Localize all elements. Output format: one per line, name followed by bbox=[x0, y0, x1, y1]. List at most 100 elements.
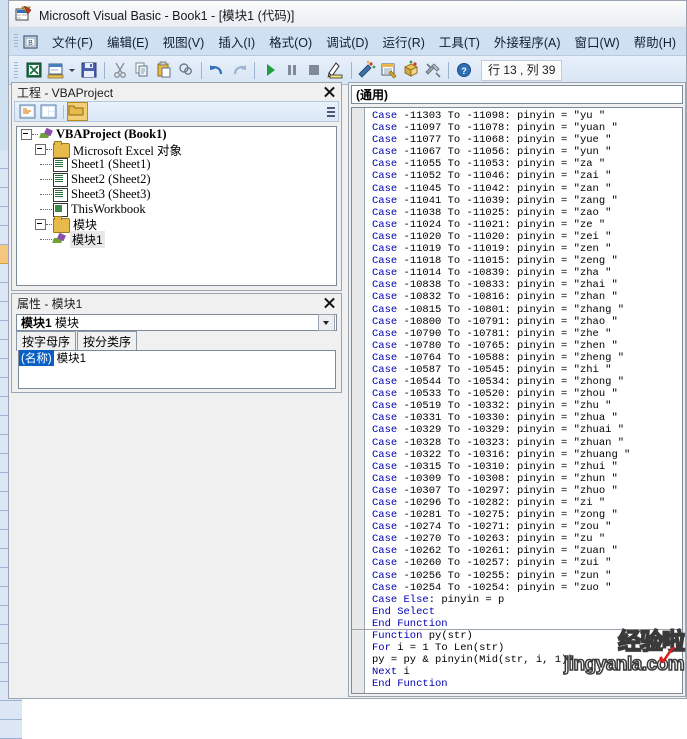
code-line[interactable]: Case -11067 To -11056: pinyin = "yun " bbox=[372, 146, 682, 158]
cut-icon[interactable] bbox=[110, 60, 130, 80]
view-object-icon[interactable] bbox=[39, 103, 58, 120]
run-icon[interactable] bbox=[260, 60, 280, 80]
code-line[interactable]: Case -10533 To -10520: pinyin = "zhou " bbox=[372, 388, 682, 400]
close-icon[interactable] bbox=[321, 295, 338, 311]
help-icon[interactable]: ? bbox=[454, 60, 474, 80]
expander-icon[interactable] bbox=[35, 219, 46, 230]
code-line[interactable]: Case -11097 To -11078: pinyin = "yuan " bbox=[372, 122, 682, 134]
save-icon[interactable] bbox=[79, 60, 99, 80]
code-line[interactable]: Case -11077 To -11068: pinyin = "yue " bbox=[372, 134, 682, 146]
project-explorer-icon[interactable] bbox=[357, 60, 377, 80]
properties-window-icon[interactable] bbox=[379, 60, 399, 80]
code-line[interactable]: Case -11055 To -11053: pinyin = "za " bbox=[372, 158, 682, 170]
reset-icon[interactable] bbox=[304, 60, 324, 80]
code-line[interactable]: Case -11045 To -11042: pinyin = "zan " bbox=[372, 183, 682, 195]
project-tree[interactable]: VBAProject (Book1) Microsoft Excel 对象 Sh… bbox=[16, 126, 337, 286]
tree-item-sheet3[interactable]: Sheet3 (Sheet3) bbox=[17, 187, 336, 202]
menu-item-format[interactable]: 格式(O) bbox=[262, 30, 319, 53]
code-line[interactable]: Case -10260 To -10257: pinyin = "zui " bbox=[372, 557, 682, 569]
code-line[interactable]: Case -10800 To -10791: pinyin = "zhao " bbox=[372, 316, 682, 328]
tree-item-thisworkbook[interactable]: ThisWorkbook bbox=[17, 202, 336, 217]
menu-item-window[interactable]: 窗口(W) bbox=[568, 30, 627, 53]
code-line[interactable]: Case -11303 To -11098: pinyin = "yu " bbox=[372, 110, 682, 122]
properties-object-combo[interactable]: 模块1 模块 bbox=[16, 314, 337, 331]
tree-item-module1[interactable]: 模块1 bbox=[17, 231, 336, 248]
menu-item-addins[interactable]: 外接程序(A) bbox=[487, 30, 568, 53]
toggle-folders-icon[interactable] bbox=[67, 102, 88, 121]
toolbox-icon[interactable] bbox=[423, 60, 443, 80]
properties-list[interactable]: (名称) 模块1 bbox=[18, 350, 336, 389]
toolbar-grip[interactable] bbox=[14, 61, 18, 79]
code-text[interactable]: Case -11303 To -11098: pinyin = "yu " Cas… bbox=[372, 110, 682, 693]
code-line[interactable]: For i = 1 To Len(str) bbox=[372, 642, 682, 654]
code-line[interactable]: Case -10815 To -10801: pinyin = "zhang " bbox=[372, 304, 682, 316]
code-line[interactable]: Case -10256 To -10255: pinyin = "zun " bbox=[372, 570, 682, 582]
menu-item-insert[interactable]: 插入(I) bbox=[211, 30, 262, 53]
code-line[interactable]: Case -10274 To -10271: pinyin = "zou " bbox=[372, 521, 682, 533]
menu-item-help[interactable]: 帮助(H) bbox=[627, 30, 683, 53]
code-line[interactable]: Case -11020 To -11020: pinyin = "zei " bbox=[372, 231, 682, 243]
tab-alphabetic[interactable]: 按字母序 bbox=[16, 331, 77, 351]
code-line[interactable]: Case -10519 To -10332: pinyin = "zhu " bbox=[372, 400, 682, 412]
tree-item-excel-objects[interactable]: Microsoft Excel 对象 bbox=[17, 141, 336, 158]
expander-icon[interactable] bbox=[35, 144, 46, 155]
code-line[interactable]: Case -10790 To -10781: pinyin = "zhe " bbox=[372, 328, 682, 340]
menu-grip[interactable] bbox=[14, 34, 18, 49]
excel-view-icon[interactable] bbox=[24, 60, 44, 80]
code-margin-indicator-bar[interactable] bbox=[352, 108, 365, 693]
code-line[interactable]: Case -10544 To -10534: pinyin = "zhong " bbox=[372, 376, 682, 388]
code-line[interactable]: Case -11018 To -11015: pinyin = "zeng " bbox=[372, 255, 682, 267]
menu-item-edit[interactable]: 编辑(E) bbox=[100, 30, 156, 53]
object-browser-icon[interactable] bbox=[401, 60, 421, 80]
view-code-icon[interactable] bbox=[18, 103, 37, 120]
object-combo[interactable]: (通用) bbox=[351, 85, 683, 104]
toolbar-overflow-icon[interactable] bbox=[327, 106, 335, 117]
menu-item-tools[interactable]: 工具(T) bbox=[432, 30, 487, 53]
menu-item-file[interactable]: 文件(F) bbox=[45, 30, 100, 53]
code-line[interactable]: End Function bbox=[372, 618, 682, 630]
tab-categorized[interactable]: 按分类序 bbox=[77, 331, 138, 351]
menu-item-view[interactable]: 视图(V) bbox=[156, 30, 212, 53]
code-line[interactable]: Case -10307 To -10297: pinyin = "zhuo " bbox=[372, 485, 682, 497]
insert-dropdown-arrow[interactable] bbox=[67, 60, 76, 80]
code-line[interactable]: Case -11024 To -11021: pinyin = "ze " bbox=[372, 219, 682, 231]
find-icon[interactable] bbox=[176, 60, 196, 80]
code-line[interactable]: End Function bbox=[372, 678, 682, 690]
code-line[interactable]: Case -11019 To -11019: pinyin = "zen " bbox=[372, 243, 682, 255]
code-line[interactable]: py = py & pinyin(Mid(str, i, 1)) bbox=[372, 654, 682, 666]
code-line[interactable]: Function py(str) bbox=[372, 630, 682, 642]
code-line[interactable]: Case -10281 To -10275: pinyin = "zong " bbox=[372, 509, 682, 521]
design-mode-icon[interactable] bbox=[326, 60, 346, 80]
code-line[interactable]: Case -10328 To -10323: pinyin = "zhuan " bbox=[372, 437, 682, 449]
code-line[interactable]: Case -11038 To -11025: pinyin = "zao " bbox=[372, 207, 682, 219]
tree-item-sheet2[interactable]: Sheet2 (Sheet2) bbox=[17, 172, 336, 187]
insert-userform-icon[interactable] bbox=[46, 60, 66, 80]
redo-icon[interactable] bbox=[229, 60, 249, 80]
property-row[interactable]: (名称) 模块1 bbox=[19, 350, 335, 366]
code-line[interactable]: Case -10254 To -10254: pinyin = "zuo " bbox=[372, 582, 682, 594]
code-line[interactable]: Case -10587 To -10545: pinyin = "zhi " bbox=[372, 364, 682, 376]
code-line[interactable]: Case -11052 To -11046: pinyin = "zai " bbox=[372, 170, 682, 182]
tree-item-sheet1[interactable]: Sheet1 (Sheet1) bbox=[17, 157, 336, 172]
code-line[interactable]: Case -10329 To -10329: pinyin = "zhuai " bbox=[372, 424, 682, 436]
expander-icon[interactable] bbox=[21, 129, 32, 140]
paste-icon[interactable] bbox=[154, 60, 174, 80]
code-line[interactable]: Next i bbox=[372, 666, 682, 678]
code-line[interactable]: Case -10331 To -10330: pinyin = "zhua " bbox=[372, 412, 682, 424]
property-value[interactable]: 模块1 bbox=[54, 350, 86, 366]
close-icon[interactable] bbox=[321, 84, 338, 100]
copy-icon[interactable] bbox=[132, 60, 152, 80]
menu-item-debug[interactable]: 调试(D) bbox=[319, 30, 375, 53]
code-line[interactable]: Case -10838 To -10833: pinyin = "zhai " bbox=[372, 279, 682, 291]
tree-item-modules-folder[interactable]: 模块 bbox=[17, 216, 336, 233]
code-line[interactable]: Case -10309 To -10308: pinyin = "zhun " bbox=[372, 473, 682, 485]
code-line[interactable]: Case -11041 To -11039: pinyin = "zang " bbox=[372, 195, 682, 207]
menu-item-run[interactable]: 运行(R) bbox=[376, 30, 432, 53]
code-editor[interactable]: Case -11303 To -11098: pinyin = "yu " Cas… bbox=[351, 107, 683, 694]
code-line[interactable]: Case -11014 To -10839: pinyin = "zha " bbox=[372, 267, 682, 279]
code-line[interactable]: Case -10262 To -10261: pinyin = "zuan " bbox=[372, 545, 682, 557]
code-line[interactable]: Case -10764 To -10588: pinyin = "zheng " bbox=[372, 352, 682, 364]
code-line[interactable]: End Select bbox=[372, 606, 682, 618]
code-line[interactable]: Case -10315 To -10310: pinyin = "zhui " bbox=[372, 461, 682, 473]
code-line[interactable]: Case -10780 To -10765: pinyin = "zhen " bbox=[372, 340, 682, 352]
